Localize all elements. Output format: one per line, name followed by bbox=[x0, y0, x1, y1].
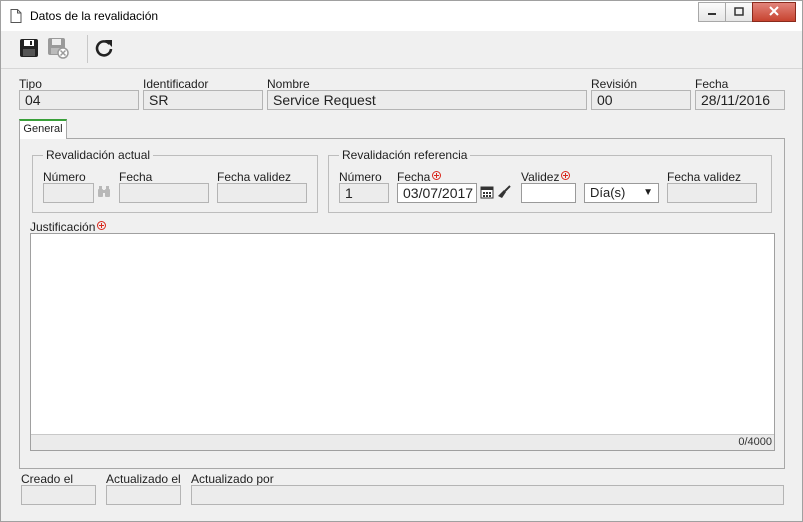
actualizado-por-field bbox=[191, 485, 784, 505]
search-numero-button[interactable] bbox=[95, 183, 113, 203]
ref-numero-field: 1 bbox=[339, 183, 389, 203]
ref-fecha-validez-label: Fecha validez bbox=[667, 170, 742, 184]
document-icon bbox=[10, 9, 22, 26]
minimize-button[interactable] bbox=[698, 2, 725, 22]
ref-numero-label: Número bbox=[339, 170, 382, 184]
close-button[interactable] bbox=[752, 2, 796, 22]
window-title: Datos de la revalidación bbox=[30, 9, 159, 23]
actual-fecha-validez-field bbox=[217, 183, 307, 203]
revision-label: Revisión bbox=[591, 77, 638, 91]
justificacion-label-text: Justificación bbox=[30, 220, 96, 234]
creado-label: Creado el bbox=[21, 472, 74, 486]
groupbox-title-actual: Revalidación actual bbox=[43, 148, 154, 162]
actual-fecha-label: Fecha bbox=[119, 170, 153, 184]
actual-fecha-validez-label: Fecha validez bbox=[217, 170, 292, 184]
required-icon bbox=[432, 171, 442, 180]
identificador-label: Identificador bbox=[143, 77, 209, 91]
required-icon bbox=[561, 171, 571, 180]
nombre-label: Nombre bbox=[267, 77, 310, 91]
clear-date-button[interactable] bbox=[495, 183, 513, 203]
actualizado-field bbox=[106, 485, 181, 505]
maximize-button[interactable] bbox=[725, 2, 752, 22]
ref-fecha-label: Fecha bbox=[397, 170, 442, 184]
eraser-icon bbox=[497, 184, 511, 202]
creado-field bbox=[21, 485, 96, 505]
char-counter: 0/4000 bbox=[31, 434, 774, 450]
dialog-window: Datos de la revalidación Tipo 04 Identif… bbox=[0, 0, 803, 522]
justificacion-label: Justificación bbox=[30, 220, 107, 234]
required-icon bbox=[97, 221, 107, 230]
actual-numero-field bbox=[43, 183, 94, 203]
justificacion-textarea[interactable]: 0/4000 bbox=[30, 233, 775, 451]
refresh-button[interactable] bbox=[92, 37, 116, 61]
tab-general[interactable]: General bbox=[19, 119, 67, 139]
actual-fecha-field bbox=[119, 183, 209, 203]
actualizado-por-label: Actualizado por bbox=[191, 472, 274, 486]
identificador-field: SR bbox=[143, 90, 263, 110]
actual-numero-label: Número bbox=[43, 170, 86, 184]
actualizado-label: Actualizado el bbox=[106, 472, 181, 486]
groupbox-title-referencia: Revalidación referencia bbox=[339, 148, 471, 162]
tipo-label: Tipo bbox=[19, 77, 42, 91]
dropdown-arrow-icon: ▼ bbox=[643, 187, 653, 198]
maximize-icon bbox=[734, 5, 744, 19]
toolbar bbox=[1, 31, 802, 69]
fecha-label: Fecha bbox=[695, 77, 729, 91]
tipo-field: 04 bbox=[19, 90, 139, 110]
fecha-field: 28/11/2016 bbox=[695, 90, 785, 110]
calendar-icon bbox=[480, 185, 494, 202]
save-icon bbox=[19, 38, 39, 61]
save-button[interactable] bbox=[17, 37, 41, 61]
validez-unit-select[interactable]: Día(s) ▼ bbox=[584, 183, 659, 203]
ref-validez-label: Validez bbox=[521, 170, 571, 184]
ref-fecha-input[interactable]: 03/07/2017 bbox=[397, 183, 477, 203]
binoculars-icon bbox=[97, 185, 111, 201]
ref-validez-label-text: Validez bbox=[521, 170, 560, 184]
toolbar-separator bbox=[87, 35, 88, 63]
nombre-field: Service Request bbox=[267, 90, 587, 110]
validez-unit-value: Día(s) bbox=[590, 185, 626, 200]
refresh-icon bbox=[94, 38, 114, 61]
minimize-icon bbox=[707, 5, 717, 19]
save-and-close-button[interactable] bbox=[46, 37, 70, 61]
close-icon bbox=[769, 5, 779, 19]
window-controls bbox=[698, 2, 796, 22]
calendar-button[interactable] bbox=[478, 183, 496, 203]
ref-fecha-validez-field bbox=[667, 183, 757, 203]
ref-validez-input[interactable] bbox=[521, 183, 576, 203]
ref-fecha-label-text: Fecha bbox=[397, 170, 431, 184]
title-bar: Datos de la revalidación bbox=[1, 1, 802, 31]
save-close-icon bbox=[47, 37, 69, 62]
revision-field: 00 bbox=[591, 90, 691, 110]
